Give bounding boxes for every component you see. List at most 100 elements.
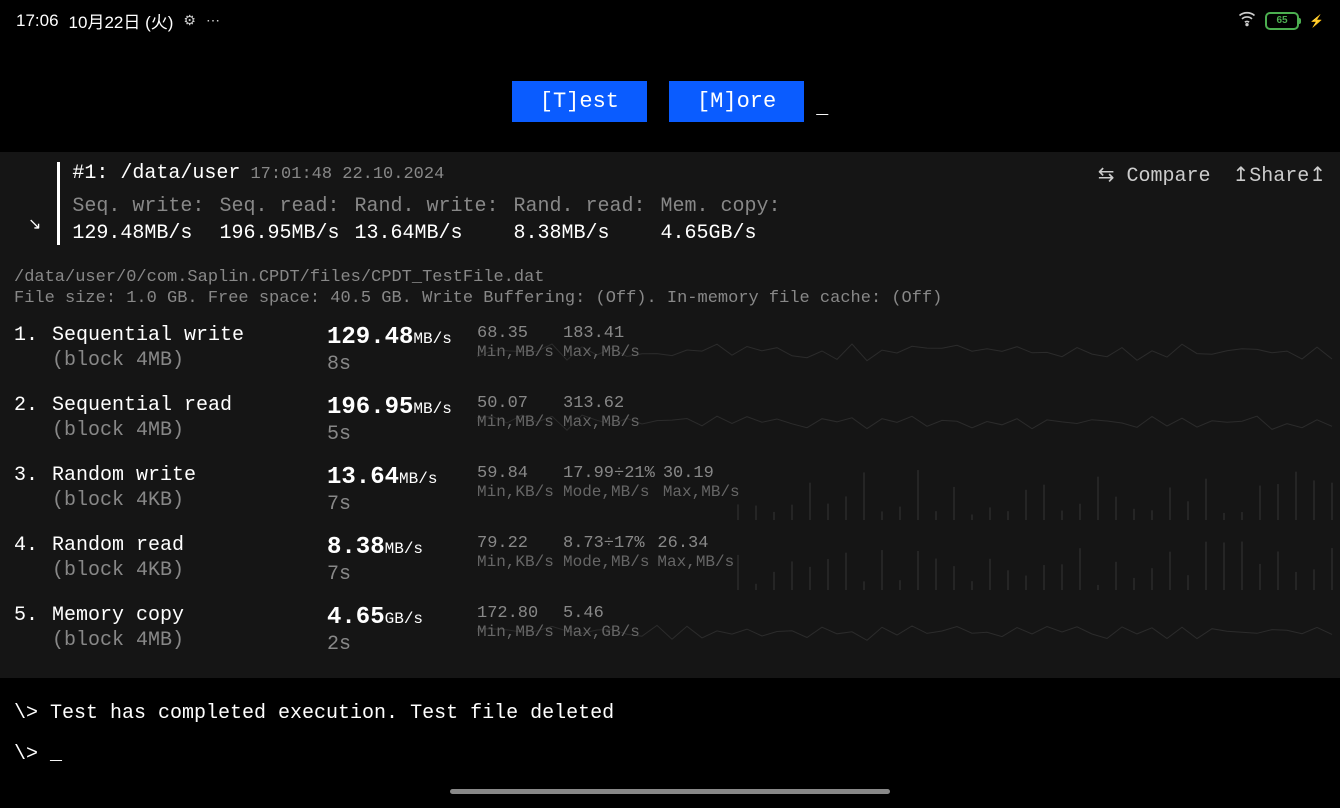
summary-value: 196.95MB/s (219, 222, 339, 245)
stat-block: 172.80Min,MB/s (477, 604, 555, 641)
results-panel: /data/user/0/com.Saplin.CPDT/files/CPDT_… (0, 257, 1340, 678)
test-duration: 7s (327, 493, 477, 516)
stat-value: 313.62 (563, 394, 641, 413)
test-result: 196.95MB/s (327, 394, 477, 421)
summary-column: Seq. read: 196.95MB/s (219, 195, 339, 245)
test-block-size: (block 4KB) (52, 559, 327, 582)
run-path: #1: /data/user (72, 162, 240, 185)
gear-icon[interactable]: ⚙ (183, 12, 196, 29)
stat-label: Max,GB/s (563, 623, 641, 641)
summary-label: Seq. read: (219, 195, 339, 218)
stat-value: 30.19 (663, 464, 741, 483)
stat-value: 17.99÷21% (563, 464, 655, 483)
run-timestamp: 17:01:48 22.10.2024 (250, 165, 444, 184)
stat-block: 26.34Max,MB/s (657, 534, 735, 571)
dots-icon[interactable]: ⋯ (206, 12, 220, 29)
test-result: 8.38MB/s (327, 534, 477, 561)
test-duration: 7s (327, 563, 477, 586)
stat-value: 183.41 (563, 324, 641, 343)
test-stats: 59.84Min,KB/s17.99÷21%Mode,MB/s30.19Max,… (477, 464, 1326, 501)
stat-value: 79.22 (477, 534, 555, 553)
status-time: 17:06 (16, 11, 59, 31)
compare-button[interactable]: ⇆ Compare (1098, 162, 1211, 188)
stat-block: 59.84Min,KB/s (477, 464, 555, 501)
stat-value: 50.07 (477, 394, 555, 413)
test-number: 1. (14, 324, 52, 347)
test-block-size: (block 4KB) (52, 489, 327, 512)
status-date: 10月22日 (火) (69, 8, 174, 33)
expand-icon[interactable]: ↘ (28, 214, 41, 234)
toolbar: [T]est [M]ore _ (0, 81, 1340, 122)
test-block-size: (block 4MB) (52, 419, 327, 442)
stat-value: 68.35 (477, 324, 555, 343)
stat-block: 313.62Max,MB/s (563, 394, 641, 431)
summary-value: 13.64MB/s (354, 222, 498, 245)
summary-bar: ↘ #1: /data/user 17:01:48 22.10.2024 Seq… (0, 152, 1340, 257)
summary-value: 8.38MB/s (514, 222, 646, 245)
stat-block: 8.73÷17%Mode,MB/s (563, 534, 649, 571)
stat-label: Mode,MB/s (563, 483, 655, 501)
test-block-size: (block 4MB) (52, 629, 327, 652)
status-bar: 17:06 10月22日 (火) ⚙ ⋯ 65 ⚡ (0, 0, 1340, 41)
test-row: 5.Memory copy(block 4MB)4.65GB/s2s172.80… (14, 604, 1326, 660)
cursor-icon: _ (816, 97, 828, 120)
test-name: Memory copy (52, 604, 327, 627)
test-result: 129.48MB/s (327, 324, 477, 351)
test-name: Sequential read (52, 394, 327, 417)
test-row: 4.Random read(block 4KB)8.38MB/s7s79.22M… (14, 534, 1326, 590)
stat-block: 50.07Min,MB/s (477, 394, 555, 431)
test-row: 1.Sequential write(block 4MB)129.48MB/s8… (14, 324, 1326, 380)
battery-icon: 65 (1265, 12, 1299, 30)
stat-value: 172.80 (477, 604, 555, 623)
test-name: Random write (52, 464, 327, 487)
stat-label: Min,MB/s (477, 343, 555, 361)
test-duration: 8s (327, 353, 477, 376)
test-stats: 50.07Min,MB/s313.62Max,MB/s (477, 394, 1326, 431)
share-button[interactable]: ↥Share↥ (1232, 162, 1326, 188)
home-indicator[interactable] (450, 789, 890, 794)
stat-label: Max,MB/s (663, 483, 741, 501)
test-block-size: (block 4MB) (52, 349, 327, 372)
stat-value: 59.84 (477, 464, 555, 483)
test-name: Random read (52, 534, 327, 557)
terminal-line: \> Test has completed execution. Test fi… (14, 702, 1326, 725)
stat-block: 183.41Max,MB/s (563, 324, 641, 361)
more-button[interactable]: [M]ore (669, 81, 804, 122)
summary-column: Mem. copy: 4.65GB/s (661, 195, 781, 245)
file-details: File size: 1.0 GB. Free space: 40.5 GB. … (14, 288, 1326, 309)
stat-block: 68.35Min,MB/s (477, 324, 555, 361)
stat-value: 5.46 (563, 604, 641, 623)
stat-label: Min,KB/s (477, 553, 555, 571)
test-result: 13.64MB/s (327, 464, 477, 491)
test-number: 4. (14, 534, 52, 557)
test-name: Sequential write (52, 324, 327, 347)
stat-label: Max,MB/s (563, 413, 641, 431)
stat-label: Min,MB/s (477, 623, 555, 641)
summary-column: Seq. write:129.48MB/s (72, 195, 204, 245)
test-number: 2. (14, 394, 52, 417)
test-button[interactable]: [T]est (512, 81, 647, 122)
test-result: 4.65GB/s (327, 604, 477, 631)
test-row: 3.Random write(block 4KB)13.64MB/s7s59.8… (14, 464, 1326, 520)
stat-value: 26.34 (657, 534, 735, 553)
test-stats: 79.22Min,KB/s8.73÷17%Mode,MB/s26.34Max,M… (477, 534, 1326, 571)
terminal-prompt: \> _ (14, 743, 1326, 766)
stat-label: Max,MB/s (563, 343, 641, 361)
test-stats: 172.80Min,MB/s 5.46Max,GB/s (477, 604, 1326, 641)
divider (57, 162, 60, 245)
summary-label: Rand. write: (354, 195, 498, 218)
summary-column: Rand. write: 13.64MB/s (354, 195, 498, 245)
stat-block: 79.22Min,KB/s (477, 534, 555, 571)
wifi-icon (1237, 8, 1257, 33)
summary-label: Mem. copy: (661, 195, 781, 218)
summary-value: 129.48MB/s (72, 222, 204, 245)
summary-label: Rand. read: (514, 195, 646, 218)
stat-block: 17.99÷21%Mode,MB/s (563, 464, 655, 501)
stat-label: Mode,MB/s (563, 553, 649, 571)
test-duration: 2s (327, 633, 477, 656)
stat-block: 30.19Max,MB/s (663, 464, 741, 501)
stat-label: Min,MB/s (477, 413, 555, 431)
summary-value: 4.65GB/s (661, 222, 781, 245)
stat-label: Min,KB/s (477, 483, 555, 501)
test-stats: 68.35Min,MB/s183.41Max,MB/s (477, 324, 1326, 361)
